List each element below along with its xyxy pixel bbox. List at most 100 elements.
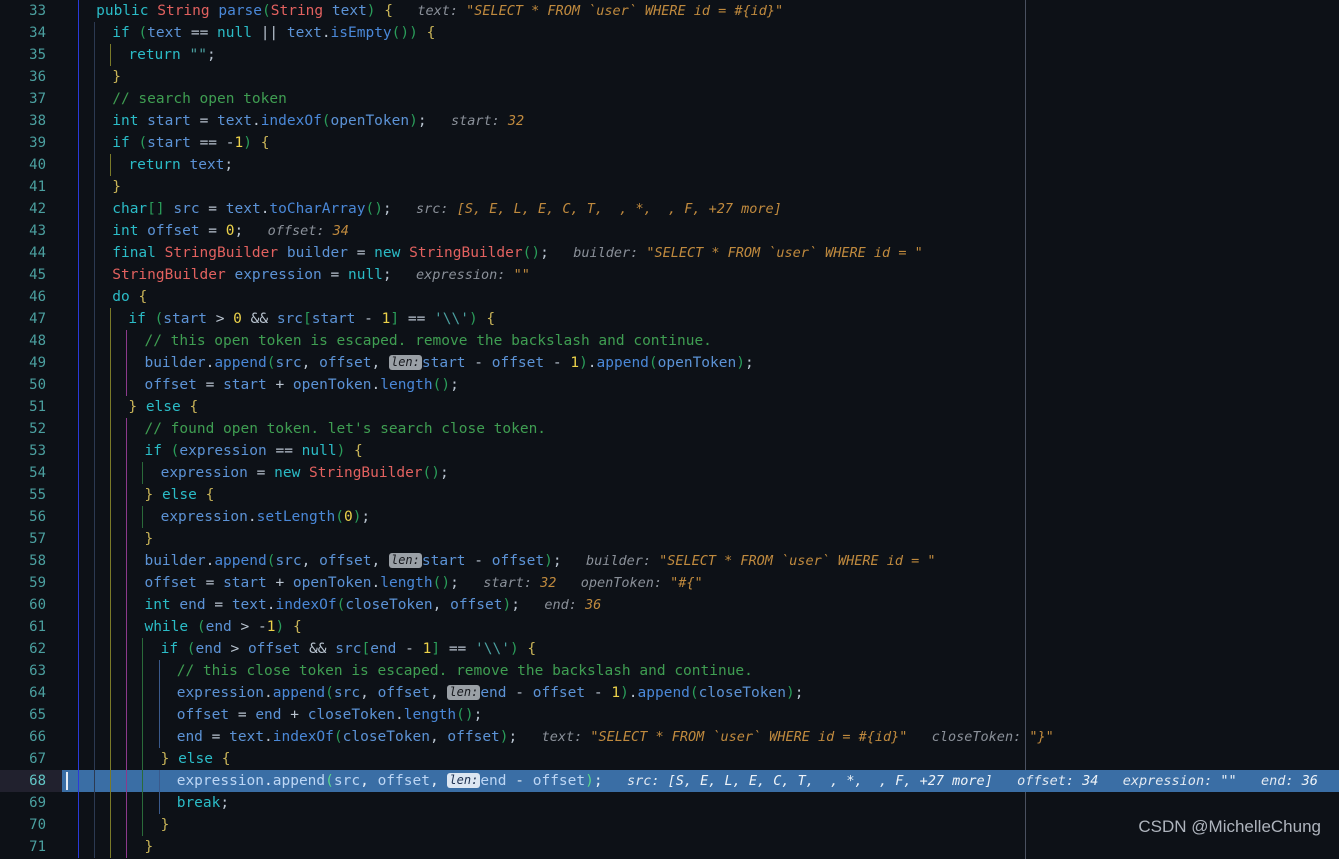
line-number[interactable]: 51 — [0, 396, 62, 418]
code-line[interactable]: 60 int end = text.indexOf(closeToken, off… — [0, 594, 1339, 616]
line-number[interactable]: 50 — [0, 374, 62, 396]
code-line[interactable]: 57} — [0, 528, 1339, 550]
line-number[interactable]: 42 — [0, 198, 62, 220]
indent-guide — [126, 594, 128, 616]
code-line[interactable]: 47 if (start > 0 && src[start - 1] == '\\… — [0, 308, 1339, 330]
line-number[interactable]: 43 — [0, 220, 62, 242]
line-number[interactable]: 71 — [0, 836, 62, 858]
line-number[interactable]: 35 — [0, 44, 62, 66]
code-line[interactable]: 42 char[] src = text.toCharArray(); src: … — [0, 198, 1339, 220]
code-line[interactable]: 46 do { — [0, 286, 1339, 308]
code-line[interactable]: 64 expression.append(src, offset, len: end… — [0, 682, 1339, 704]
line-number[interactable]: 57 — [0, 528, 62, 550]
line-number[interactable]: 52 — [0, 418, 62, 440]
indent-guide — [142, 792, 144, 814]
line-number[interactable]: 45 — [0, 264, 62, 286]
line-number[interactable]: 40 — [0, 154, 62, 176]
code-text: return text; — [128, 157, 234, 173]
line-number[interactable]: 46 — [0, 286, 62, 308]
code-line[interactable]: 51 } else { — [0, 396, 1339, 418]
line-number[interactable]: 62 — [0, 638, 62, 660]
line-number[interactable]: 63 — [0, 660, 62, 682]
line-number[interactable]: 48 — [0, 330, 62, 352]
code-text: while (end > -1) { — [144, 619, 302, 635]
code-line[interactable]: 54 expression = new StringBuilder(); — [0, 462, 1339, 484]
code-line[interactable]: 38 int start = text.indexOf(openToken); s… — [0, 110, 1339, 132]
line-number[interactable]: 60 — [0, 594, 62, 616]
line-number[interactable]: 47 — [0, 308, 62, 330]
line-number[interactable]: 68 — [0, 770, 62, 792]
line-number[interactable]: 61 — [0, 616, 62, 638]
line-number[interactable]: 44 — [0, 242, 62, 264]
code-editor[interactable]: 33 public String parse(String text) { tex… — [0, 0, 1339, 859]
line-number[interactable]: 64 — [0, 682, 62, 704]
code-line[interactable]: 44 final StringBuilder builder = new Stri… — [0, 242, 1339, 264]
code-line[interactable]: 63 // this close token is escaped. remove… — [0, 660, 1339, 682]
line-number[interactable]: 34 — [0, 22, 62, 44]
line-number[interactable]: 33 — [0, 0, 62, 22]
code-line[interactable]: 41} — [0, 176, 1339, 198]
line-number[interactable]: 55 — [0, 484, 62, 506]
code-line[interactable]: 50 offset = start + openToken.length(); — [0, 374, 1339, 396]
inline-debug-name: offset: — [243, 223, 333, 239]
line-number[interactable]: 70 — [0, 814, 62, 836]
code-text: int end = text.indexOf(closeToken, offse… — [144, 597, 602, 613]
code-line[interactable]: 67} else { — [0, 748, 1339, 770]
indent-guide — [78, 814, 79, 836]
line-number[interactable]: 39 — [0, 132, 62, 154]
code-line[interactable]: 61 while (end > -1) { — [0, 616, 1339, 638]
indent-guide — [126, 506, 128, 528]
indent-guide — [78, 704, 79, 726]
indent-guide — [78, 462, 79, 484]
line-number[interactable]: 58 — [0, 550, 62, 572]
code-line[interactable]: 52 // found open token. let's search clos… — [0, 418, 1339, 440]
code-line[interactable]: 34 if (text == null || text.isEmpty()) { — [0, 22, 1339, 44]
indent-guide — [78, 286, 79, 308]
indent-guide — [94, 682, 96, 704]
param-hint-badge: len: — [447, 685, 481, 700]
line-number[interactable]: 56 — [0, 506, 62, 528]
code-line[interactable]: 40 return text; — [0, 154, 1339, 176]
code-line[interactable]: 53 if (expression == null) { — [0, 440, 1339, 462]
line-number[interactable]: 54 — [0, 462, 62, 484]
code-line[interactable]: 66 end = text.indexOf(closeToken, offset)… — [0, 726, 1339, 748]
code-line[interactable]: 39 if (start == -1) { — [0, 132, 1339, 154]
line-number[interactable]: 53 — [0, 440, 62, 462]
line-number[interactable]: 38 — [0, 110, 62, 132]
indent-guide — [94, 462, 96, 484]
line-number[interactable]: 41 — [0, 176, 62, 198]
code-line[interactable]: 43 int offset = 0; offset: 34 — [0, 220, 1339, 242]
code-line[interactable]: 56 expression.setLength(0); — [0, 506, 1339, 528]
line-number[interactable]: 69 — [0, 792, 62, 814]
code-text: } else { — [128, 399, 199, 415]
line-number[interactable]: 49 — [0, 352, 62, 374]
code-line[interactable]: 65 offset = end + closeToken.length(); — [0, 704, 1339, 726]
inline-debug-name: builder: — [561, 553, 660, 569]
line-number[interactable]: 36 — [0, 66, 62, 88]
line-number[interactable]: 67 — [0, 748, 62, 770]
watermark: CSDN @MichelleChung — [1138, 817, 1321, 836]
code-line[interactable]: 59 offset = start + openToken.length(); s… — [0, 572, 1339, 594]
indent-guide — [78, 770, 79, 792]
indent-guide — [126, 374, 128, 396]
indent-guide — [94, 792, 96, 814]
line-number[interactable]: 59 — [0, 572, 62, 594]
indent-guide — [94, 418, 96, 440]
line-number[interactable]: 66 — [0, 726, 62, 748]
code-line[interactable]: 45 StringBuilder expression = null; expre… — [0, 264, 1339, 286]
code-line[interactable]: 58 builder.append(src, offset, len: start … — [0, 550, 1339, 572]
code-line[interactable]: 37 // search open token — [0, 88, 1339, 110]
code-line[interactable]: 62 if (end > offset && src[end - 1] == '\… — [0, 638, 1339, 660]
line-number[interactable]: 65 — [0, 704, 62, 726]
indent-guide — [110, 506, 112, 528]
code-line-current[interactable]: 68 expression.append(src, offset, len: end… — [0, 770, 1339, 792]
code-line[interactable]: 33 public String parse(String text) { tex… — [0, 0, 1339, 22]
code-line[interactable]: 55} else { — [0, 484, 1339, 506]
code-line[interactable]: 36} — [0, 66, 1339, 88]
code-line[interactable]: 69 break; — [0, 792, 1339, 814]
code-line[interactable]: 35 return ""; — [0, 44, 1339, 66]
code-line[interactable]: 71} — [0, 836, 1339, 858]
code-line[interactable]: 48 // this open token is escaped. remove … — [0, 330, 1339, 352]
code-line[interactable]: 49 builder.append(src, offset, len: start … — [0, 352, 1339, 374]
line-number[interactable]: 37 — [0, 88, 62, 110]
